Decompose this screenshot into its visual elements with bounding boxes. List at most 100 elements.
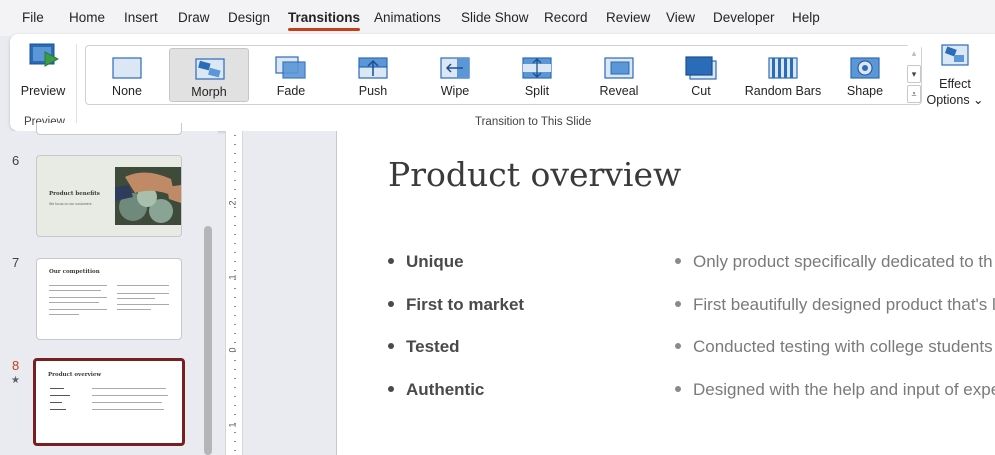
transition-label: Split	[524, 84, 550, 98]
thumbnail-title: Product benefits	[49, 191, 100, 197]
transition-label: Shape	[846, 84, 884, 98]
right-bullet[interactable]: Only product specifically dedicated to t…	[675, 252, 993, 272]
thumbnail-text-line	[92, 388, 166, 389]
effect-options-button[interactable]: Effect Options ⌄	[925, 42, 985, 112]
ruler-label: 1	[227, 422, 238, 428]
vertical-ruler: 2 1 0 1	[225, 131, 243, 455]
gallery-more-icon[interactable]: ⩡	[907, 85, 921, 103]
tab-record[interactable]: Record	[544, 10, 588, 25]
left-bullet[interactable]: Tested	[388, 337, 460, 357]
ruler-tick	[234, 171, 236, 172]
ruler-label: 1	[227, 274, 238, 280]
thumbnail-subtitle: We focus on our customers	[49, 202, 92, 206]
thumbnail-text-line	[50, 409, 66, 410]
ruler-tick	[234, 333, 236, 334]
tab-help[interactable]: Help	[792, 10, 820, 25]
transition-split[interactable]: Split	[497, 48, 577, 102]
tab-draw[interactable]: Draw	[178, 10, 210, 25]
thumbnail-text-line	[49, 285, 107, 286]
ruler-tick	[234, 342, 236, 343]
thumbnail-text-line	[50, 402, 62, 403]
none-transition-icon	[112, 57, 142, 79]
reveal-transition-icon	[604, 57, 634, 79]
thumbnail-text-line	[50, 388, 64, 389]
left-bullet[interactable]: Authentic	[388, 380, 484, 400]
slide-thumbnail[interactable]: Product benefits We focus on our custome…	[36, 155, 182, 237]
thumbnail-text-line	[117, 298, 155, 299]
transition-label: Cut	[691, 84, 711, 98]
thumbnail-text-line	[92, 395, 168, 396]
ruler-tick	[234, 225, 236, 226]
push-transition-icon	[358, 57, 388, 79]
cut-transition-icon	[685, 56, 717, 80]
gallery-up-icon[interactable]: ▴	[907, 45, 921, 63]
ruler-tick	[234, 324, 236, 325]
ruler-tick	[234, 315, 236, 316]
ruler-tick	[234, 198, 236, 199]
left-bullet[interactable]: Unique	[388, 252, 464, 272]
thumbnail-scrollbar[interactable]	[204, 226, 212, 455]
split-transition-icon	[522, 57, 552, 79]
slide[interactable]: Product overview Unique First to market …	[336, 131, 995, 455]
fade-transition-icon	[275, 56, 306, 79]
transition-cut[interactable]: Cut	[661, 48, 741, 102]
transition-shape[interactable]: Shape	[825, 48, 905, 102]
tab-view[interactable]: View	[666, 10, 695, 25]
tab-design[interactable]: Design	[228, 10, 270, 25]
morph-transition-icon	[195, 58, 225, 80]
thumbnail-text-line	[117, 293, 169, 294]
succulent-photo-icon	[115, 167, 181, 225]
right-bullet[interactable]: First beautifully designed product that'…	[675, 295, 995, 315]
ruler-tick	[234, 189, 236, 190]
tab-animations[interactable]: Animations	[374, 10, 441, 25]
tab-home[interactable]: Home	[69, 10, 105, 25]
tab-insert[interactable]: Insert	[124, 10, 158, 25]
ruler-label: 2	[227, 200, 238, 206]
slide-title[interactable]: Product overview	[388, 155, 681, 194]
tab-slide-show[interactable]: Slide Show	[461, 10, 529, 25]
thumbnail-text-line	[49, 290, 101, 291]
slide-thumbnail[interactable]: Our competition	[36, 258, 182, 340]
preview-button[interactable]: Preview	[18, 42, 68, 102]
thumbnail-title: Our competition	[49, 269, 100, 275]
transition-reveal[interactable]: Reveal	[579, 48, 659, 102]
tab-review[interactable]: Review	[606, 10, 650, 25]
ruler-tick	[234, 351, 236, 352]
ruler-tick	[234, 270, 236, 271]
transition-label: Wipe	[440, 84, 470, 98]
transition-label: Random Bars	[744, 84, 822, 98]
slide-number: 8	[12, 358, 20, 373]
ruler-tick	[234, 180, 236, 181]
transition-morph[interactable]: Morph	[169, 48, 249, 102]
transition-push[interactable]: Push	[333, 48, 413, 102]
animation-star-icon: ★	[11, 375, 20, 386]
random-bars-transition-icon	[768, 57, 798, 79]
tab-developer[interactable]: Developer	[713, 10, 775, 25]
slide-number: 7	[12, 255, 20, 270]
slide-thumbnail-current[interactable]: Product overview	[33, 358, 185, 446]
transition-none[interactable]: None	[87, 48, 167, 102]
transition-wipe[interactable]: Wipe	[415, 48, 495, 102]
transition-random-bars[interactable]: Random Bars	[743, 48, 823, 102]
slide-number: 6	[12, 153, 20, 168]
effect-options-icon	[941, 44, 969, 66]
ruler-tick	[234, 297, 236, 298]
ruler-tick	[234, 405, 236, 406]
ruler-tick	[234, 288, 236, 289]
ruler-tick	[234, 261, 236, 262]
preview-button-label: Preview	[20, 84, 66, 98]
right-bullet[interactable]: Conducted testing with college students	[675, 337, 993, 357]
transition-fade[interactable]: Fade	[251, 48, 331, 102]
slide-thumbnail-partial[interactable]	[36, 123, 182, 135]
left-bullet[interactable]: First to market	[388, 295, 524, 315]
ruler-tick	[234, 135, 236, 136]
gallery-down-icon[interactable]: ▾	[907, 65, 921, 83]
ruler-tick	[234, 162, 236, 163]
ruler-tick	[234, 144, 236, 145]
ruler-tick	[234, 360, 236, 361]
tab-file[interactable]: File	[22, 10, 44, 25]
transitions-gallery: None Morph Fade Push Wipe Split Reveal C…	[85, 45, 922, 105]
tab-transitions[interactable]: Transitions	[288, 10, 361, 31]
slide-editing-canvas: Product overview Unique First to market …	[243, 131, 995, 455]
right-bullet[interactable]: Designed with the help and input of expe	[675, 380, 995, 400]
